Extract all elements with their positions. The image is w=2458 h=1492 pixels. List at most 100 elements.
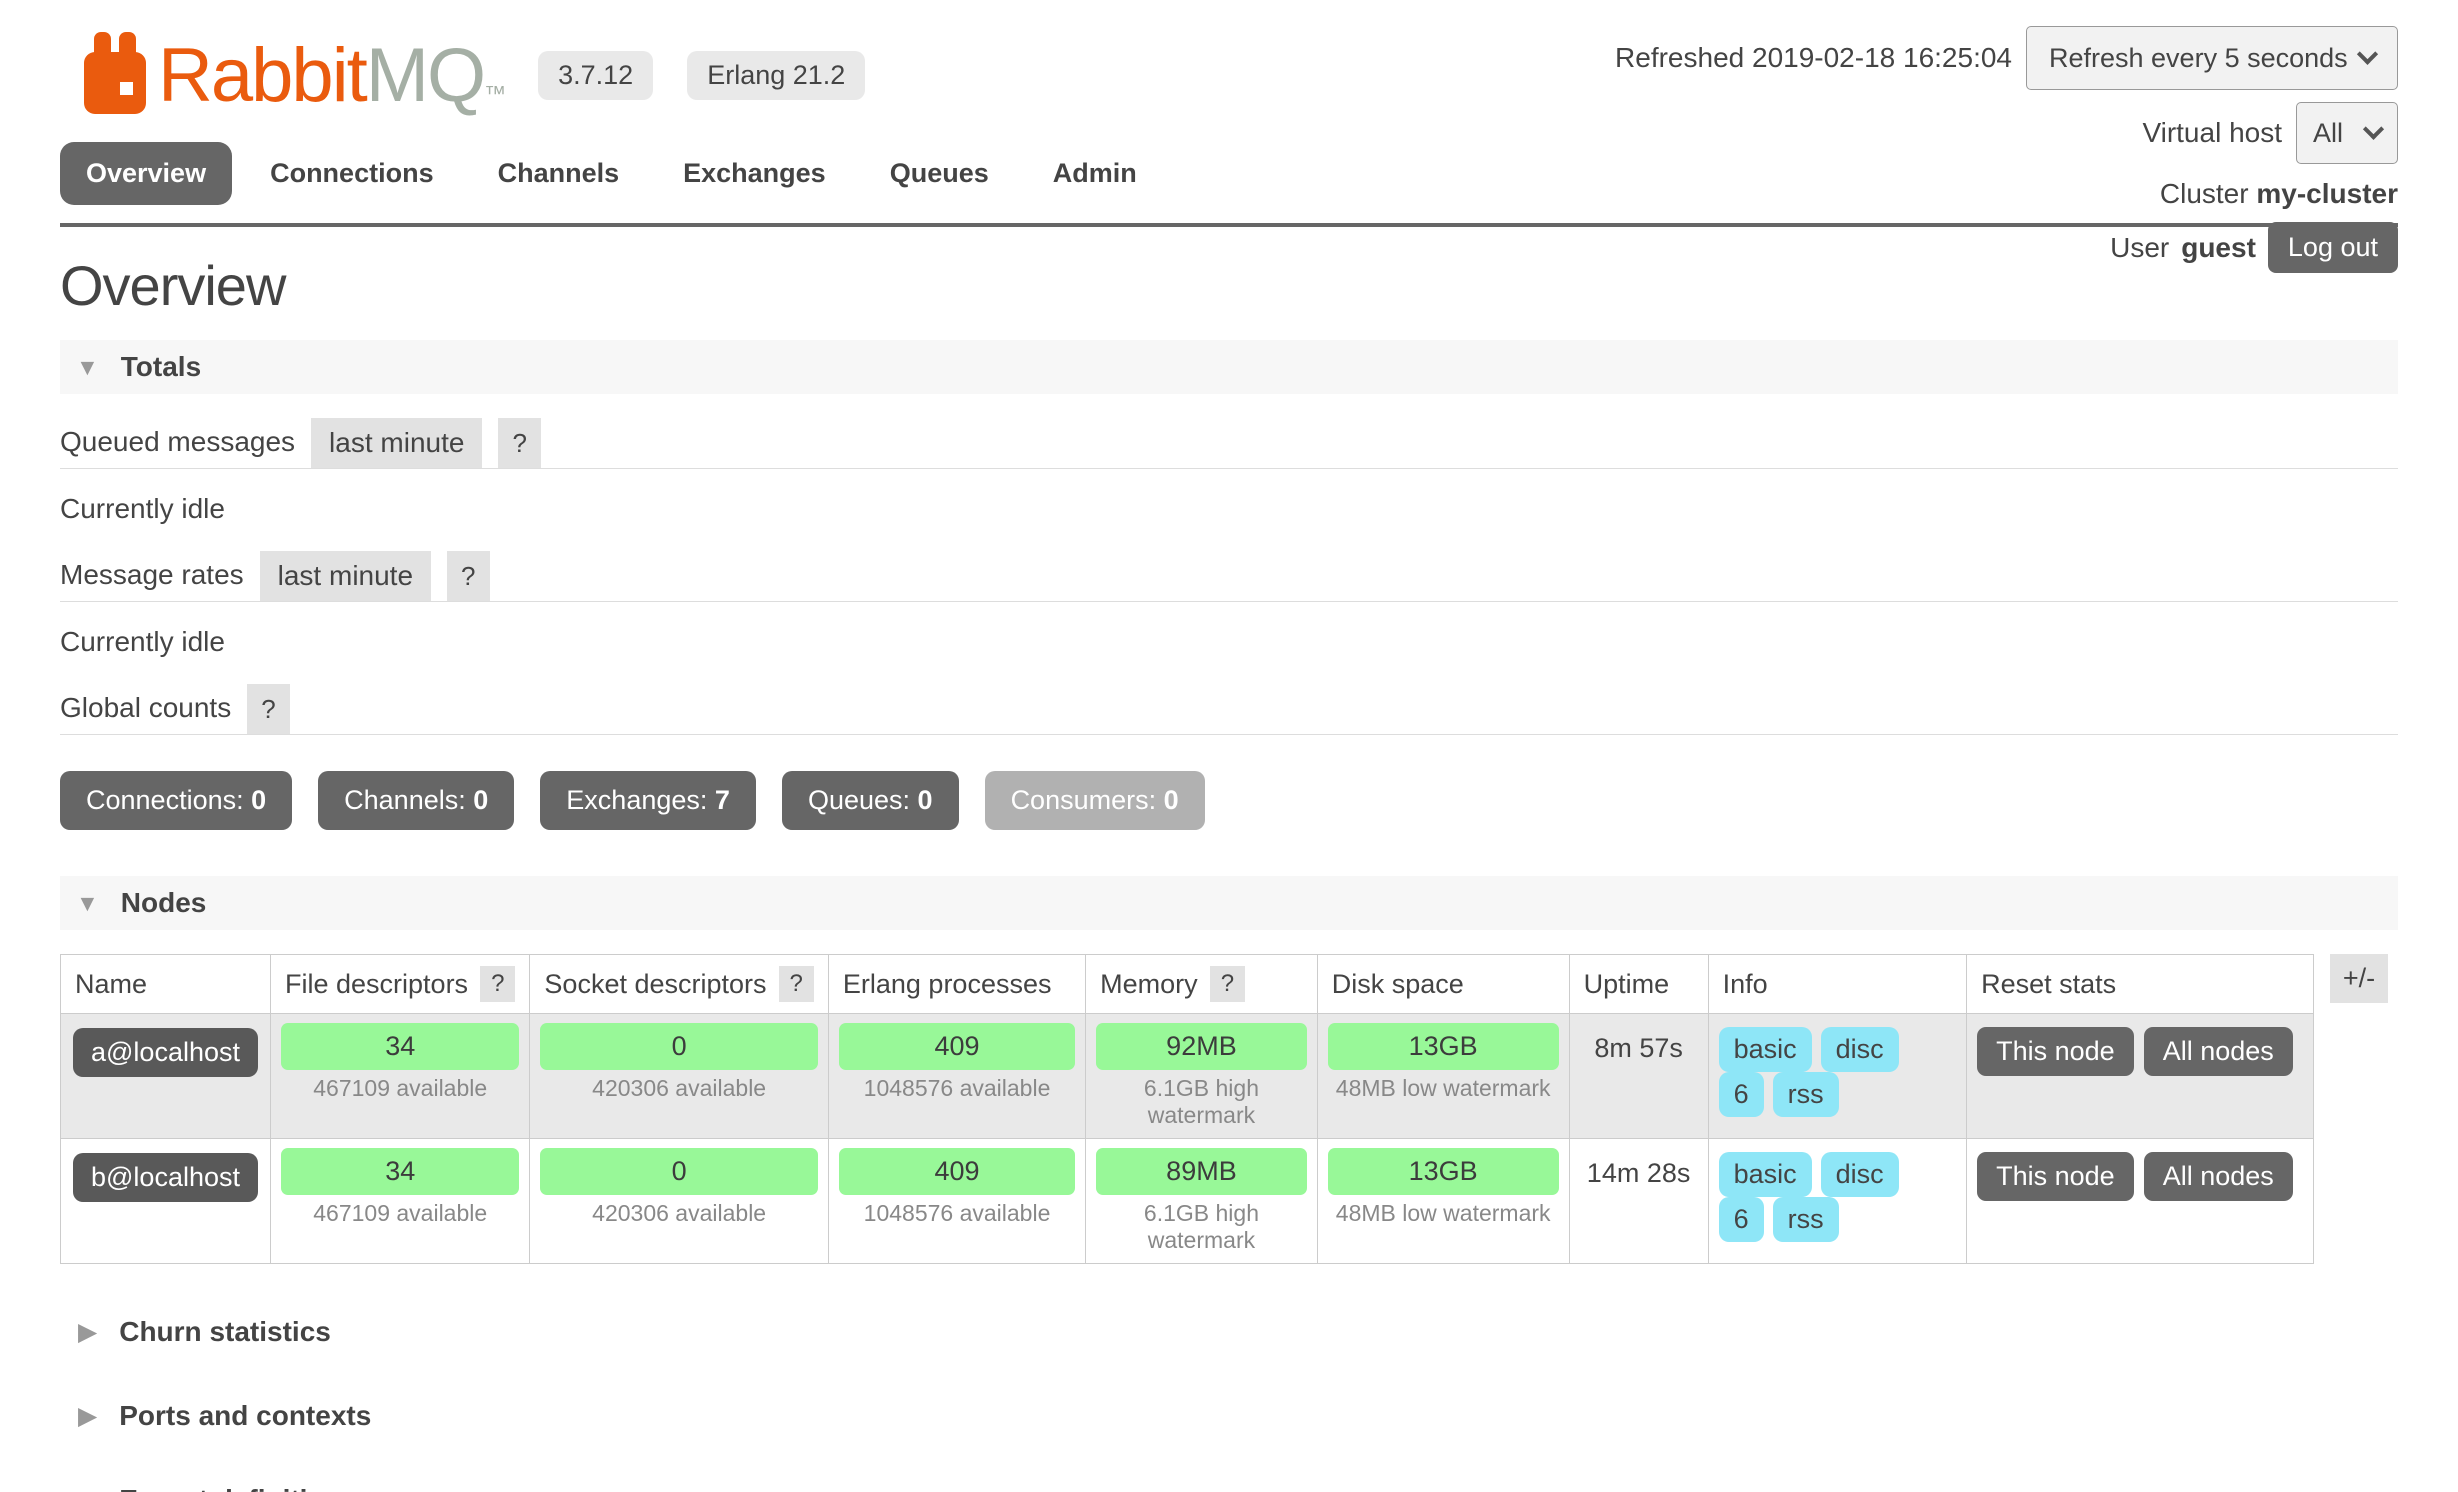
sd-cell: 0 420306 available xyxy=(530,1014,828,1139)
chevron-down-icon xyxy=(2363,118,2384,139)
info-cell: basicdisc 6rss xyxy=(1708,1014,1967,1139)
col-memory: Memory? xyxy=(1086,955,1318,1014)
node-name-badge: b@localhost xyxy=(73,1153,258,1202)
erlang-sub: 1048576 available xyxy=(839,1200,1075,1227)
node-name-cell: a@localhost xyxy=(61,1014,271,1139)
sd-sub: 420306 available xyxy=(540,1200,817,1227)
fd-sub: 467109 available xyxy=(281,1200,519,1227)
logo-eye xyxy=(120,82,133,95)
cluster-info: Cluster my-cluster xyxy=(1615,178,2398,210)
help-icon[interactable]: ? xyxy=(1210,966,1245,1002)
fd-cell: 34 467109 available xyxy=(271,1014,530,1139)
virtual-host-select[interactable]: All xyxy=(2296,102,2398,164)
sd-cell: 0 420306 available xyxy=(530,1139,828,1264)
memory-bar: 89MB xyxy=(1096,1148,1307,1195)
main-content: Overview ▼ Totals Queued messages last m… xyxy=(0,253,2458,1492)
erlang-bar: 409 xyxy=(839,1148,1075,1195)
info-badge-cores: 6 xyxy=(1719,1072,1764,1117)
help-icon[interactable]: ? xyxy=(779,966,814,1002)
col-socket-descriptors: Socket descriptors? xyxy=(530,955,828,1014)
node-row-b: b@localhost 34 467109 available 0 420306… xyxy=(61,1139,2314,1264)
virtual-host-value: All xyxy=(2313,118,2343,149)
tab-admin[interactable]: Admin xyxy=(1027,142,1163,205)
global-counts-label: Global counts xyxy=(60,684,231,734)
reset-stats-cell: This nodeAll nodes xyxy=(1967,1014,2314,1139)
export-definitions-section[interactable]: ▶ Export definitions xyxy=(78,1484,2398,1492)
trademark-symbol: ™ xyxy=(484,81,504,106)
disk-cell: 13GB 48MB low watermark xyxy=(1317,1014,1569,1139)
tab-overview[interactable]: Overview xyxy=(60,142,232,205)
user-info: User guest Log out xyxy=(1615,222,2398,273)
message-rates-label: Message rates xyxy=(60,551,244,601)
uptime-cell: 14m 28s xyxy=(1569,1139,1708,1264)
message-rates-row: Message rates last minute ? xyxy=(60,551,2398,602)
user-name: guest xyxy=(2181,232,2256,264)
tab-channels[interactable]: Channels xyxy=(472,142,646,205)
exchanges-count-badge: Exchanges: 7 xyxy=(540,771,756,830)
nodes-table: Name File descriptors? Socket descriptor… xyxy=(60,954,2314,1264)
tab-connections[interactable]: Connections xyxy=(244,142,460,205)
churn-statistics-section[interactable]: ▶ Churn statistics xyxy=(78,1316,2398,1348)
user-label: User xyxy=(2110,232,2169,264)
help-icon[interactable]: ? xyxy=(480,966,515,1002)
triangle-right-icon: ▶ xyxy=(78,1401,97,1431)
col-info: Info xyxy=(1708,955,1967,1014)
refreshed-timestamp: Refreshed 2019-02-18 16:25:04 xyxy=(1615,42,2012,74)
node-row-a: a@localhost 34 467109 available 0 420306… xyxy=(61,1014,2314,1139)
nodes-section-title: Nodes xyxy=(121,887,207,919)
column-toggle-button[interactable]: +/- xyxy=(2330,954,2388,1003)
info-badge-disc: disc xyxy=(1821,1152,1899,1197)
col-uptime: Uptime xyxy=(1569,955,1708,1014)
triangle-down-icon: ▼ xyxy=(76,890,99,917)
reset-this-node-button[interactable]: This node xyxy=(1977,1027,2134,1076)
triangle-down-icon: ▼ xyxy=(76,354,99,381)
help-icon[interactable]: ? xyxy=(447,551,489,601)
info-badge-rss: rss xyxy=(1773,1072,1839,1117)
rabbitmq-management-overview: RabbitMQ™ 3.7.12 Erlang 21.2 Refreshed 2… xyxy=(0,0,2458,1492)
rates-rate-filter-tab[interactable]: last minute xyxy=(260,551,431,601)
col-disk-space: Disk space xyxy=(1317,955,1569,1014)
tab-queues[interactable]: Queues xyxy=(864,142,1015,205)
fd-bar: 34 xyxy=(281,1023,519,1070)
reset-all-nodes-button[interactable]: All nodes xyxy=(2144,1027,2293,1076)
queues-count-badge: Queues: 0 xyxy=(782,771,959,830)
queued-messages-label: Queued messages xyxy=(60,418,295,468)
brand-wordmark: RabbitMQ™ xyxy=(158,38,504,114)
header: RabbitMQ™ 3.7.12 Erlang 21.2 Refreshed 2… xyxy=(0,0,2458,142)
queued-rate-filter-tab[interactable]: last minute xyxy=(311,418,482,468)
memory-cell: 92MB 6.1GB high watermark xyxy=(1086,1014,1318,1139)
disk-sub: 48MB low watermark xyxy=(1328,1200,1559,1227)
disk-bar: 13GB xyxy=(1328,1148,1559,1195)
header-right: Refreshed 2019-02-18 16:25:04 Refresh ev… xyxy=(1615,26,2398,273)
disk-cell: 13GB 48MB low watermark xyxy=(1317,1139,1569,1264)
rates-status-text: Currently idle xyxy=(60,626,2398,658)
uptime-cell: 8m 57s xyxy=(1569,1014,1708,1139)
disk-sub: 48MB low watermark xyxy=(1328,1075,1559,1102)
refresh-interval-select[interactable]: Refresh every 5 seconds xyxy=(2026,26,2398,90)
info-badge-disc: disc xyxy=(1821,1027,1899,1072)
help-icon[interactable]: ? xyxy=(247,684,289,734)
disk-bar: 13GB xyxy=(1328,1023,1559,1070)
erlang-sub: 1048576 available xyxy=(839,1075,1075,1102)
tab-exchanges[interactable]: Exchanges xyxy=(657,142,852,205)
logout-button[interactable]: Log out xyxy=(2268,222,2398,273)
nodes-header-row: Name File descriptors? Socket descriptor… xyxy=(61,955,2314,1014)
info-badge-rss: rss xyxy=(1773,1197,1839,1242)
brand-mq-text: MQ xyxy=(366,33,484,118)
info-badge-basic: basic xyxy=(1719,1027,1812,1072)
version-badge: 3.7.12 xyxy=(538,51,653,100)
cluster-name: my-cluster xyxy=(2256,178,2398,209)
ports-and-contexts-section[interactable]: ▶ Ports and contexts xyxy=(78,1400,2398,1432)
info-cell: basicdisc6rss xyxy=(1708,1139,1967,1264)
col-file-descriptors: File descriptors? xyxy=(271,955,530,1014)
nodes-table-wrap: Name File descriptors? Socket descriptor… xyxy=(60,954,2398,1264)
erlang-bar: 409 xyxy=(839,1023,1075,1070)
reset-all-nodes-button[interactable]: All nodes xyxy=(2144,1152,2293,1201)
help-icon[interactable]: ? xyxy=(498,418,540,468)
fd-cell: 34 467109 available xyxy=(271,1139,530,1264)
memory-sub: 6.1GB high watermark xyxy=(1096,1200,1307,1254)
nodes-section-header[interactable]: ▼ Nodes xyxy=(60,876,2398,930)
reset-this-node-button[interactable]: This node xyxy=(1977,1152,2134,1201)
totals-section-header[interactable]: ▼ Totals xyxy=(60,340,2398,394)
col-erlang-processes: Erlang processes xyxy=(828,955,1085,1014)
